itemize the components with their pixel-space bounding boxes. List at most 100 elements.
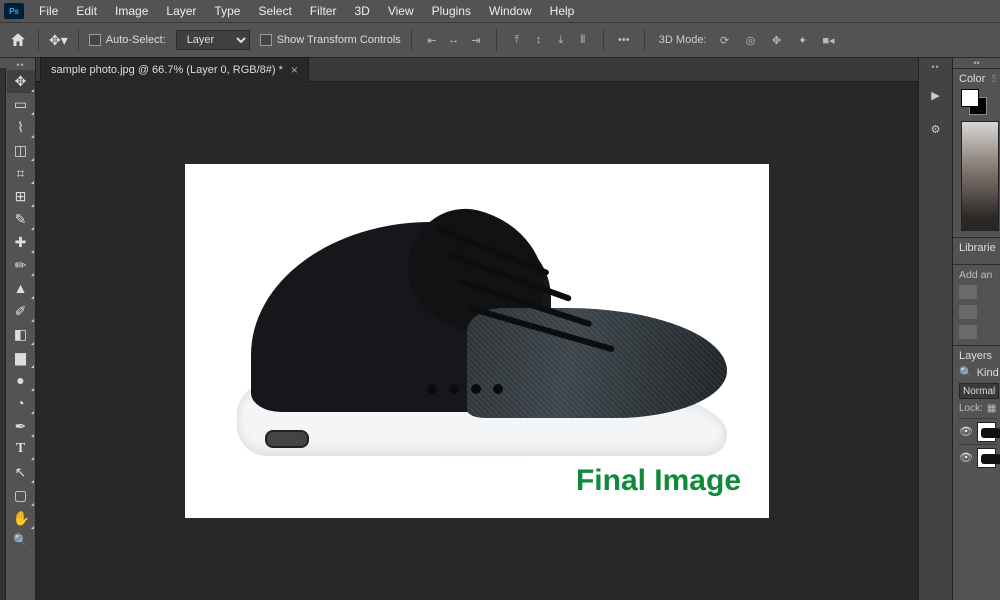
adjustments-hint: Add an ad: [959, 269, 996, 281]
panel-grip-icon[interactable]: ••: [953, 58, 1000, 68]
layer-row[interactable]: 👁: [959, 418, 996, 444]
gradient-tool[interactable]: ▆: [7, 346, 35, 369]
frame-tool[interactable]: ⊞: [7, 185, 35, 208]
3d-roll-icon[interactable]: ◎: [743, 32, 759, 48]
object-select-tool[interactable]: ◫: [7, 139, 35, 162]
workspace: •• ✥ ▭ ⌇ ◫ ⌗ ⊞ ✎ ✚ ✏ ▲ ✐ ◧ ▆ ● ◔ ✒ T ↖ ▢…: [0, 58, 1000, 600]
clone-stamp-tool[interactable]: ▲: [7, 277, 35, 300]
adjustments-panel[interactable]: Add an ad: [953, 264, 1000, 345]
menu-help[interactable]: Help: [541, 1, 584, 21]
layers-panel-title[interactable]: Layers: [959, 350, 996, 362]
menu-image[interactable]: Image: [106, 1, 157, 21]
home-button[interactable]: [8, 31, 28, 49]
align-left-icon[interactable]: ⇤: [422, 30, 442, 50]
separator: [411, 29, 412, 51]
panel-grip-icon[interactable]: ••: [931, 62, 939, 72]
eyedropper-tool[interactable]: ✎: [7, 208, 35, 231]
align-group-horizontal: ⇤ ↔ ⇥: [422, 30, 486, 50]
libraries-panel-title[interactable]: Libraries: [959, 242, 996, 254]
menu-filter[interactable]: Filter: [301, 1, 346, 21]
menu-select[interactable]: Select: [249, 1, 300, 21]
distribute-icon[interactable]: ⫴: [573, 30, 593, 50]
layer-row[interactable]: 👁: [959, 444, 996, 470]
eraser-tool[interactable]: ◧: [7, 323, 35, 346]
path-select-tool[interactable]: ↖: [7, 461, 35, 484]
adjustment-presets: [959, 285, 996, 339]
hand-tool[interactable]: ✋: [7, 507, 35, 530]
left-collapse-strip[interactable]: [0, 58, 6, 600]
search-icon[interactable]: 🔍: [959, 366, 973, 379]
pen-tool[interactable]: ✒: [7, 415, 35, 438]
layer-filter-kind[interactable]: Kind: [977, 367, 999, 379]
curves-icon[interactable]: [959, 325, 977, 339]
libraries-panel[interactable]: Libraries: [953, 237, 1000, 264]
3d-mode-label: 3D Mode:: [659, 34, 707, 46]
visibility-toggle-icon[interactable]: 👁: [959, 451, 973, 464]
dodge-tool[interactable]: ◔: [7, 392, 35, 415]
3d-orbit-icon[interactable]: ⟳: [717, 32, 733, 48]
collapsed-panel-rail: •• ▶ ⚙: [918, 58, 952, 600]
menu-plugins[interactable]: Plugins: [423, 1, 480, 21]
color-panel-title[interactable]: Color: [959, 73, 985, 85]
close-tab-icon[interactable]: ×: [291, 63, 298, 77]
rectangle-tool[interactable]: ▢: [7, 484, 35, 507]
healing-brush-tool[interactable]: ✚: [7, 231, 35, 254]
right-panels: •• ▶ ⚙ •• Color S Libraries Add an ad: [918, 58, 1000, 600]
lock-label: Lock:: [959, 403, 983, 414]
swatches-tab[interactable]: S: [991, 73, 996, 85]
separator: [603, 29, 604, 51]
show-transform-checkbox[interactable]: Show Transform Controls: [260, 34, 401, 46]
auto-select-target-select[interactable]: Layer: [176, 30, 250, 50]
3d-pan-icon[interactable]: ✥: [769, 32, 785, 48]
more-align-icon[interactable]: •••: [614, 30, 634, 50]
brush-tool[interactable]: ✏: [7, 254, 35, 277]
align-bottom-icon[interactable]: ⤓: [551, 30, 571, 50]
tools-panel: •• ✥ ▭ ⌇ ◫ ⌗ ⊞ ✎ ✚ ✏ ▲ ✐ ◧ ▆ ● ◔ ✒ T ↖ ▢…: [6, 58, 36, 600]
levels-icon[interactable]: [959, 305, 977, 319]
align-right-icon[interactable]: ⇥: [466, 30, 486, 50]
move-tool[interactable]: ✥: [7, 70, 35, 93]
foreground-background-swatch[interactable]: [961, 89, 987, 115]
panel-grip-icon[interactable]: ••: [6, 60, 35, 70]
type-tool[interactable]: T: [7, 438, 35, 461]
menu-bar: Ps File Edit Image Layer Type Select Fil…: [0, 0, 1000, 22]
foreground-color-swatch[interactable]: [961, 89, 979, 107]
zoom-tool[interactable]: 🔍: [7, 530, 35, 553]
sliders-icon[interactable]: ⚙: [925, 118, 947, 140]
menu-file[interactable]: File: [30, 1, 67, 21]
3d-slide-icon[interactable]: ✦: [795, 32, 811, 48]
menu-edit[interactable]: Edit: [67, 1, 106, 21]
crop-tool[interactable]: ⌗: [7, 162, 35, 185]
align-top-icon[interactable]: ⤒: [507, 30, 527, 50]
color-panel[interactable]: Color S: [953, 68, 1000, 237]
checkbox-box[interactable]: [260, 34, 272, 46]
blur-tool[interactable]: ●: [7, 369, 35, 392]
play-icon[interactable]: ▶: [925, 84, 947, 106]
align-center-h-icon[interactable]: ↔: [444, 30, 464, 50]
menu-3d[interactable]: 3D: [345, 1, 378, 21]
color-ramp[interactable]: [961, 121, 999, 231]
canvas-viewport[interactable]: Final Image: [36, 82, 918, 600]
canvas[interactable]: Final Image: [185, 164, 769, 518]
menu-layer[interactable]: Layer: [157, 1, 205, 21]
options-bar: ✥▾ Auto-Select: Layer Show Transform Con…: [0, 22, 1000, 58]
document-tabs: sample photo.jpg @ 66.7% (Layer 0, RGB/8…: [36, 58, 918, 82]
3d-camera-icon[interactable]: ■◂: [821, 32, 837, 48]
lock-pixels-icon[interactable]: ▦: [987, 403, 996, 414]
blend-mode-select[interactable]: Normal: [959, 383, 999, 399]
layer-thumbnail[interactable]: [977, 422, 996, 442]
menu-window[interactable]: Window: [480, 1, 541, 21]
visibility-toggle-icon[interactable]: 👁: [959, 425, 973, 438]
menu-type[interactable]: Type: [205, 1, 249, 21]
checkbox-box[interactable]: [89, 34, 101, 46]
document-tab[interactable]: sample photo.jpg @ 66.7% (Layer 0, RGB/8…: [40, 57, 309, 82]
lasso-tool[interactable]: ⌇: [7, 116, 35, 139]
align-middle-v-icon[interactable]: ↕: [529, 30, 549, 50]
rect-marquee-tool[interactable]: ▭: [7, 93, 35, 116]
layer-thumbnail[interactable]: [977, 448, 996, 468]
layers-panel[interactable]: Layers 🔍 Kind Normal Lock: ▦ 👁 👁: [953, 345, 1000, 476]
menu-view[interactable]: View: [379, 1, 423, 21]
history-brush-tool[interactable]: ✐: [7, 300, 35, 323]
brightness-icon[interactable]: [959, 285, 977, 299]
auto-select-checkbox[interactable]: Auto-Select:: [89, 34, 166, 46]
